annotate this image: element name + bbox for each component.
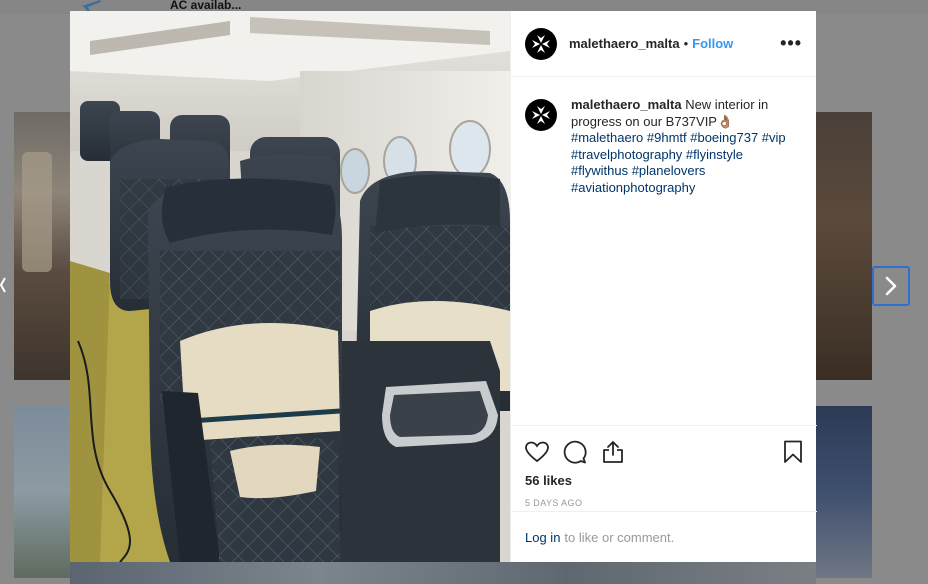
- next-post-button[interactable]: [872, 266, 910, 306]
- caption-emoji: 👌🏽: [716, 113, 734, 129]
- profile-username[interactable]: malethaero_malta: [569, 36, 680, 51]
- share-icon: [603, 441, 623, 463]
- post-sidebar: malethaero_malta • Follow ••• malethaero…: [510, 11, 817, 562]
- feed-thumbnail-row[interactable]: [70, 562, 816, 584]
- chevron-right-icon: [885, 276, 897, 296]
- maltese-cross-icon: [532, 34, 550, 53]
- heart-icon: [525, 441, 549, 463]
- header-separator: •: [683, 36, 689, 51]
- profile-avatar[interactable]: [525, 27, 557, 60]
- bookmark-icon: [784, 440, 802, 463]
- post-photo[interactable]: [70, 11, 510, 562]
- comment-icon: [563, 440, 587, 464]
- feed-thumbnail[interactable]: [816, 112, 872, 380]
- more-options-button[interactable]: •••: [780, 33, 802, 54]
- comment-prompt-text: to like or comment.: [564, 529, 675, 545]
- save-button[interactable]: [781, 440, 805, 464]
- share-button[interactable]: [601, 440, 625, 464]
- feed-thumbnail[interactable]: [14, 406, 70, 578]
- login-to-comment-bar: Log in to like or comment.: [511, 511, 817, 562]
- likes-count[interactable]: 56 likes: [511, 468, 817, 488]
- post-timestamp[interactable]: 5 DAYS AGO: [511, 488, 817, 508]
- feed-thumbnail[interactable]: [14, 112, 70, 380]
- caption-avatar[interactable]: [525, 99, 557, 131]
- caption-text-block: malethaero_malta New interior in progres…: [571, 97, 801, 196]
- cabin-interior-image: [70, 11, 510, 562]
- feed-thumbnail[interactable]: [816, 406, 872, 578]
- login-link[interactable]: Log in: [525, 530, 560, 545]
- caption-username[interactable]: malethaero_malta: [571, 97, 682, 112]
- chevron-left-icon[interactable]: [0, 270, 6, 300]
- post-caption: malethaero_malta New interior in progres…: [511, 77, 816, 196]
- follow-button[interactable]: Follow: [692, 36, 733, 51]
- comment-button[interactable]: [563, 440, 587, 464]
- action-bar: [511, 426, 817, 468]
- maltese-cross-icon: [532, 106, 550, 124]
- post-header: malethaero_malta • Follow •••: [511, 11, 816, 77]
- post-actions-section: 56 likes 5 DAYS AGO: [511, 425, 817, 508]
- caption-hashtags[interactable]: #malethaero #9hmtf #boeing737 #vip #trav…: [571, 130, 786, 195]
- like-button[interactable]: [525, 440, 549, 464]
- post-modal: malethaero_malta • Follow ••• malethaero…: [70, 11, 817, 562]
